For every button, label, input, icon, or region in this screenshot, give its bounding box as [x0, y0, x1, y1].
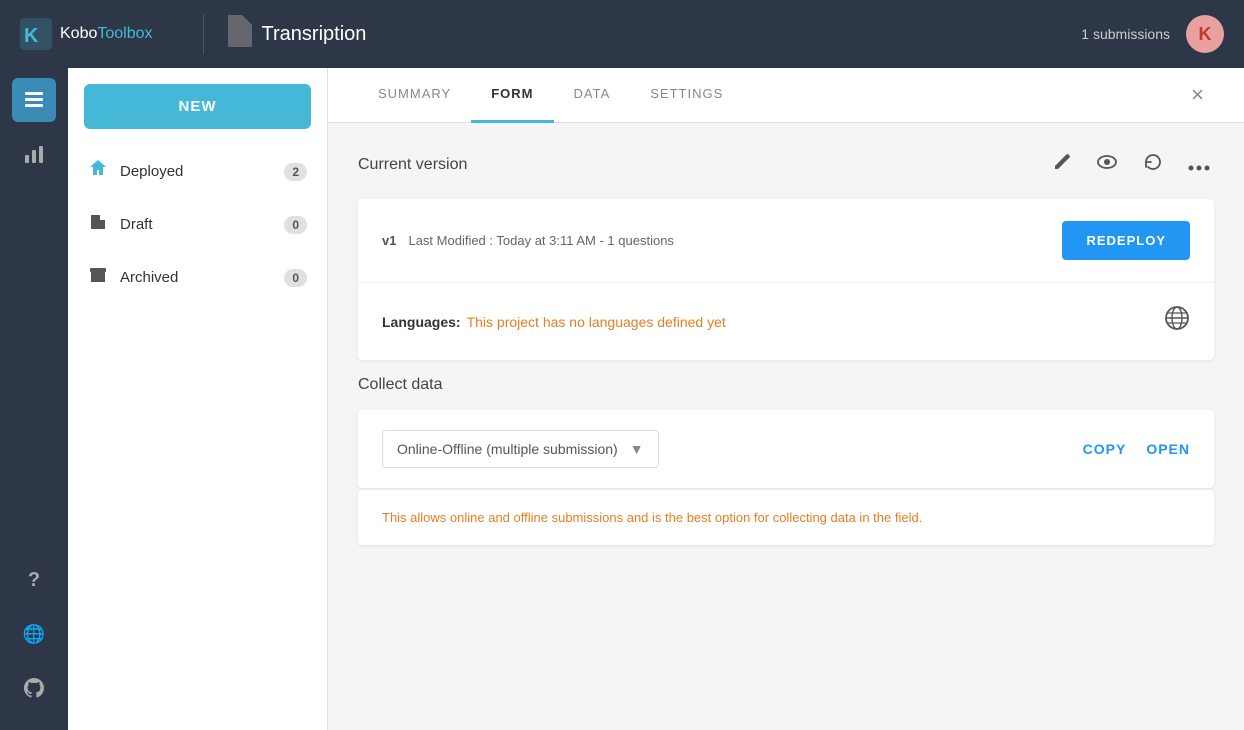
icon-bar-chart[interactable]: [12, 132, 56, 176]
sidebar-item-draft[interactable]: Draft 0: [68, 198, 327, 251]
icon-bar-list[interactable]: [12, 78, 56, 122]
deploy-icon: [88, 159, 108, 184]
archive-icon: [88, 265, 108, 290]
project-icon: [224, 15, 252, 53]
tabs-bar: SUMMARY FORM DATA SETTINGS ×: [328, 68, 1244, 123]
tab-summary[interactable]: SUMMARY: [358, 68, 471, 123]
collection-mode-dropdown[interactable]: Online-Offline (multiple submission) ▼: [382, 430, 659, 468]
section-actions: [1048, 147, 1214, 183]
content-area: SUMMARY FORM DATA SETTINGS × Current ver…: [328, 68, 1244, 730]
icon-bar-github[interactable]: [12, 666, 56, 710]
refresh-icon-button[interactable]: [1138, 147, 1168, 183]
current-version-section-header: Current version: [358, 147, 1214, 183]
sidebar-item-archived[interactable]: Archived 0: [68, 251, 327, 304]
version-card: v1 Last Modified : Today at 3:11 AM - 1 …: [358, 199, 1214, 360]
sidebar-draft-badge: 0: [284, 216, 307, 234]
collect-data-section: Collect data Online-Offline (multiple su…: [358, 376, 1214, 545]
redeploy-button[interactable]: REDEPLOY: [1062, 221, 1190, 260]
icon-bar: ? 🌐: [0, 68, 68, 730]
main-layout: ? 🌐 NEW Deployed 2: [0, 68, 1244, 730]
edit-icon-button[interactable]: [1048, 148, 1076, 182]
collect-info-text: This allows online and offline submissio…: [382, 510, 922, 525]
submissions-count: 1 submissions: [1081, 26, 1170, 42]
copy-button[interactable]: COPY: [1083, 441, 1127, 457]
languages-value: This project has no languages defined ye…: [467, 314, 1164, 330]
sidebar: NEW Deployed 2 Draft 0: [68, 68, 328, 730]
close-button[interactable]: ×: [1181, 82, 1214, 108]
current-version-title: Current version: [358, 156, 467, 174]
logo-text: KoboToolbox: [60, 25, 153, 43]
kobo-logo-icon: K: [20, 18, 52, 50]
sidebar-deployed-badge: 2: [284, 163, 307, 181]
logo[interactable]: K KoboToolbox: [20, 18, 153, 50]
dropdown-arrow-icon: ▼: [630, 441, 644, 457]
collect-data-row: Online-Offline (multiple submission) ▼ C…: [358, 410, 1214, 488]
version-info: Last Modified : Today at 3:11 AM - 1 que…: [408, 233, 1062, 248]
version-row: v1 Last Modified : Today at 3:11 AM - 1 …: [358, 199, 1214, 283]
icon-bar-help[interactable]: ?: [12, 558, 56, 602]
header-right: 1 submissions K: [1081, 15, 1224, 53]
dropdown-value: Online-Offline (multiple submission): [397, 441, 618, 457]
svg-text:K: K: [24, 25, 39, 47]
collect-info-row: This allows online and offline submissio…: [358, 490, 1214, 545]
tab-data[interactable]: DATA: [554, 68, 631, 123]
new-button[interactable]: NEW: [84, 84, 311, 129]
tab-form[interactable]: FORM: [471, 68, 553, 123]
languages-row: Languages: This project has no languages…: [358, 283, 1214, 360]
tab-settings[interactable]: SETTINGS: [630, 68, 743, 123]
preview-icon-button[interactable]: [1092, 148, 1122, 182]
more-actions-button[interactable]: [1184, 150, 1214, 181]
sidebar-deployed-label: Deployed: [120, 163, 284, 180]
header-divider: [203, 14, 204, 54]
content-panel: Current version: [328, 123, 1244, 730]
avatar[interactable]: K: [1186, 15, 1224, 53]
collect-data-title: Collect data: [358, 376, 1214, 394]
languages-label: Languages:: [382, 314, 461, 330]
project-title: Transription: [262, 23, 1082, 46]
app-header: K KoboToolbox Transription 1 submissions…: [0, 0, 1244, 68]
icon-bar-globe[interactable]: 🌐: [12, 612, 56, 656]
languages-globe-icon[interactable]: [1164, 305, 1190, 338]
icon-bar-bottom: ? 🌐: [12, 558, 56, 720]
draft-icon: [88, 212, 108, 237]
sidebar-archived-badge: 0: [284, 269, 307, 287]
sidebar-archived-label: Archived: [120, 269, 284, 286]
sidebar-draft-label: Draft: [120, 216, 284, 233]
open-button[interactable]: OPEN: [1146, 441, 1190, 457]
version-badge: v1: [382, 233, 396, 248]
collect-actions: COPY OPEN: [1083, 441, 1190, 457]
sidebar-item-deployed[interactable]: Deployed 2: [68, 145, 327, 198]
